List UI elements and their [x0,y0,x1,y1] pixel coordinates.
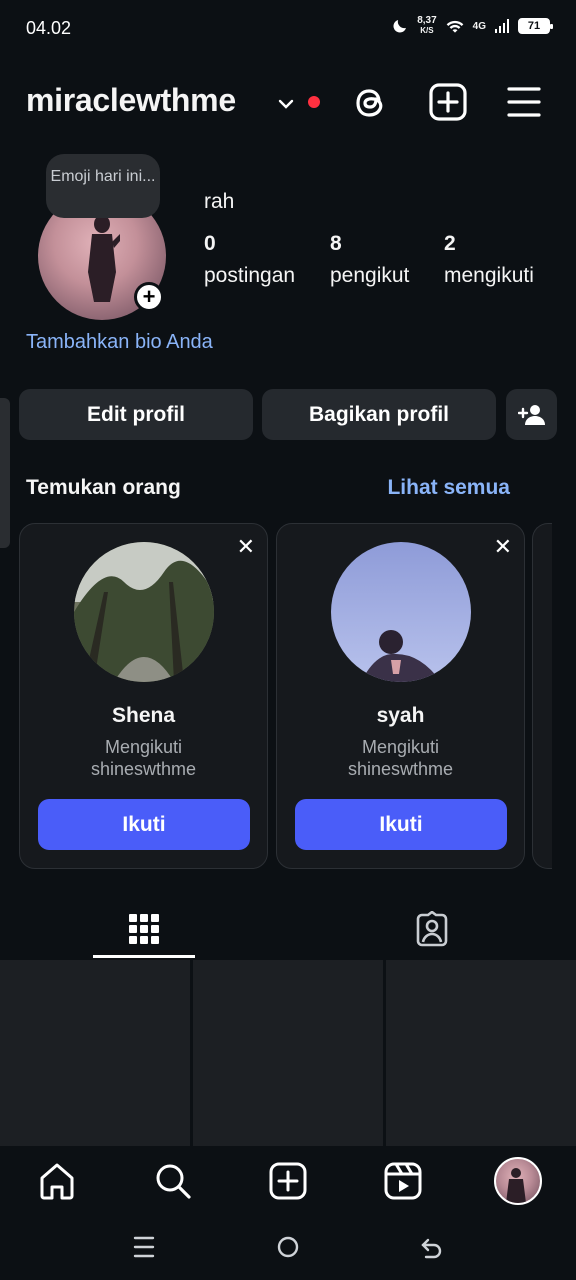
threads-icon[interactable] [352,82,390,124]
grid-placeholder [193,960,383,1146]
subtitle-line: Mengikuti [104,737,183,757]
grid-placeholder [386,960,576,1146]
create-post-icon[interactable] [428,82,468,122]
emoji-note-bubble[interactable]: Emoji hari ini... [46,154,160,218]
network-type: 4G [472,20,486,32]
avatar-silhouette [88,215,120,302]
status-bar: 04.02 8,37 K/S 4G 71 [0,0,576,58]
battery-icon: 71 [518,18,553,34]
profile-display-name: rah [204,190,235,213]
suggestion-card[interactable]: ✕ syah Mengikuti shineswthme Ikuti [276,523,525,869]
posts-grid [0,960,576,1146]
bottom-nav [0,1148,576,1220]
wifi-icon [446,20,463,33]
stat-label: postingan [204,264,296,287]
close-icon[interactable]: ✕ [237,536,255,558]
chevron-down-icon[interactable] [276,94,296,114]
notification-dot [308,96,320,108]
stat-label: mengikuti [444,264,534,287]
add-story-icon[interactable]: + [134,282,164,312]
discover-people-button[interactable] [506,389,557,440]
reels-icon[interactable] [384,1162,422,1200]
tab-tagged[interactable] [381,900,483,958]
see-all-link[interactable]: Lihat semua [387,476,510,500]
suggestion-photo [74,542,214,682]
follow-button[interactable]: Ikuti [295,799,507,850]
username-switcher[interactable]: miraclewthme [26,82,236,119]
close-icon[interactable]: ✕ [494,536,512,558]
suggestion-card-peek[interactable] [532,523,552,869]
edit-profile-button[interactable]: Edit profil [19,389,253,440]
suggestion-card[interactable]: ✕ Shena Mengikuti shineswthme Ikuti [19,523,268,869]
stat-following[interactable]: 2 mengikuti [444,232,534,288]
menu-icon[interactable] [506,82,542,122]
moon-icon [393,20,407,33]
suggestion-subtitle: Mengikuti shineswthme [277,736,524,780]
net-speed-value: 8,37 [417,15,437,26]
suggestion-photo [331,542,471,682]
recent-apps-icon[interactable] [133,1234,155,1260]
search-icon[interactable] [154,1162,192,1200]
profile-avatar[interactable] [494,1157,542,1205]
grid-icon [129,914,159,944]
suggestion-subtitle: Mengikuti shineswthme [20,736,267,780]
add-bio-link[interactable]: Tambahkan bio Anda [26,331,213,354]
profile-header: miraclewthme [26,78,550,128]
stat-value: 8 [330,232,342,255]
stat-label: pengikut [330,264,410,287]
stat-followers[interactable]: 8 pengikut [330,232,409,288]
tagged-icon [416,911,448,947]
follow-button[interactable]: Ikuti [38,799,250,850]
stat-value: 0 [204,232,216,255]
battery-level: 71 [527,20,541,32]
status-time: 04.02 [26,18,72,38]
suggestion-avatar[interactable] [74,542,214,682]
net-speed: 8,37 K/S [417,16,436,36]
suggestion-avatar[interactable] [331,542,471,682]
subtitle-line: shineswthme [90,759,197,779]
add-person-icon [517,404,545,425]
suggestion-name[interactable]: syah [277,704,524,728]
tab-posts-grid[interactable] [93,900,195,958]
home-icon[interactable] [38,1162,76,1200]
subtitle-line: Mengikuti [361,737,440,757]
edge-panel-handle[interactable] [0,398,10,548]
subtitle-line: shineswthme [347,759,454,779]
status-icons: 8,37 K/S 4G 71 [391,16,553,36]
create-icon[interactable] [269,1162,307,1200]
share-profile-button[interactable]: Bagikan profil [262,389,496,440]
stat-posts[interactable]: 0 postingan [204,232,295,288]
avatar-silhouette [506,1168,526,1203]
stat-value: 2 [444,232,456,255]
discover-title: Temukan orang [26,476,181,499]
home-button-icon[interactable] [276,1234,300,1260]
net-speed-unit: K/S [420,26,434,35]
system-nav-bar [0,1220,576,1280]
back-icon[interactable] [420,1234,444,1260]
suggestion-name[interactable]: Shena [20,704,267,728]
active-tab-indicator [93,955,195,958]
grid-placeholder [0,960,190,1146]
signal-icon [495,19,509,33]
